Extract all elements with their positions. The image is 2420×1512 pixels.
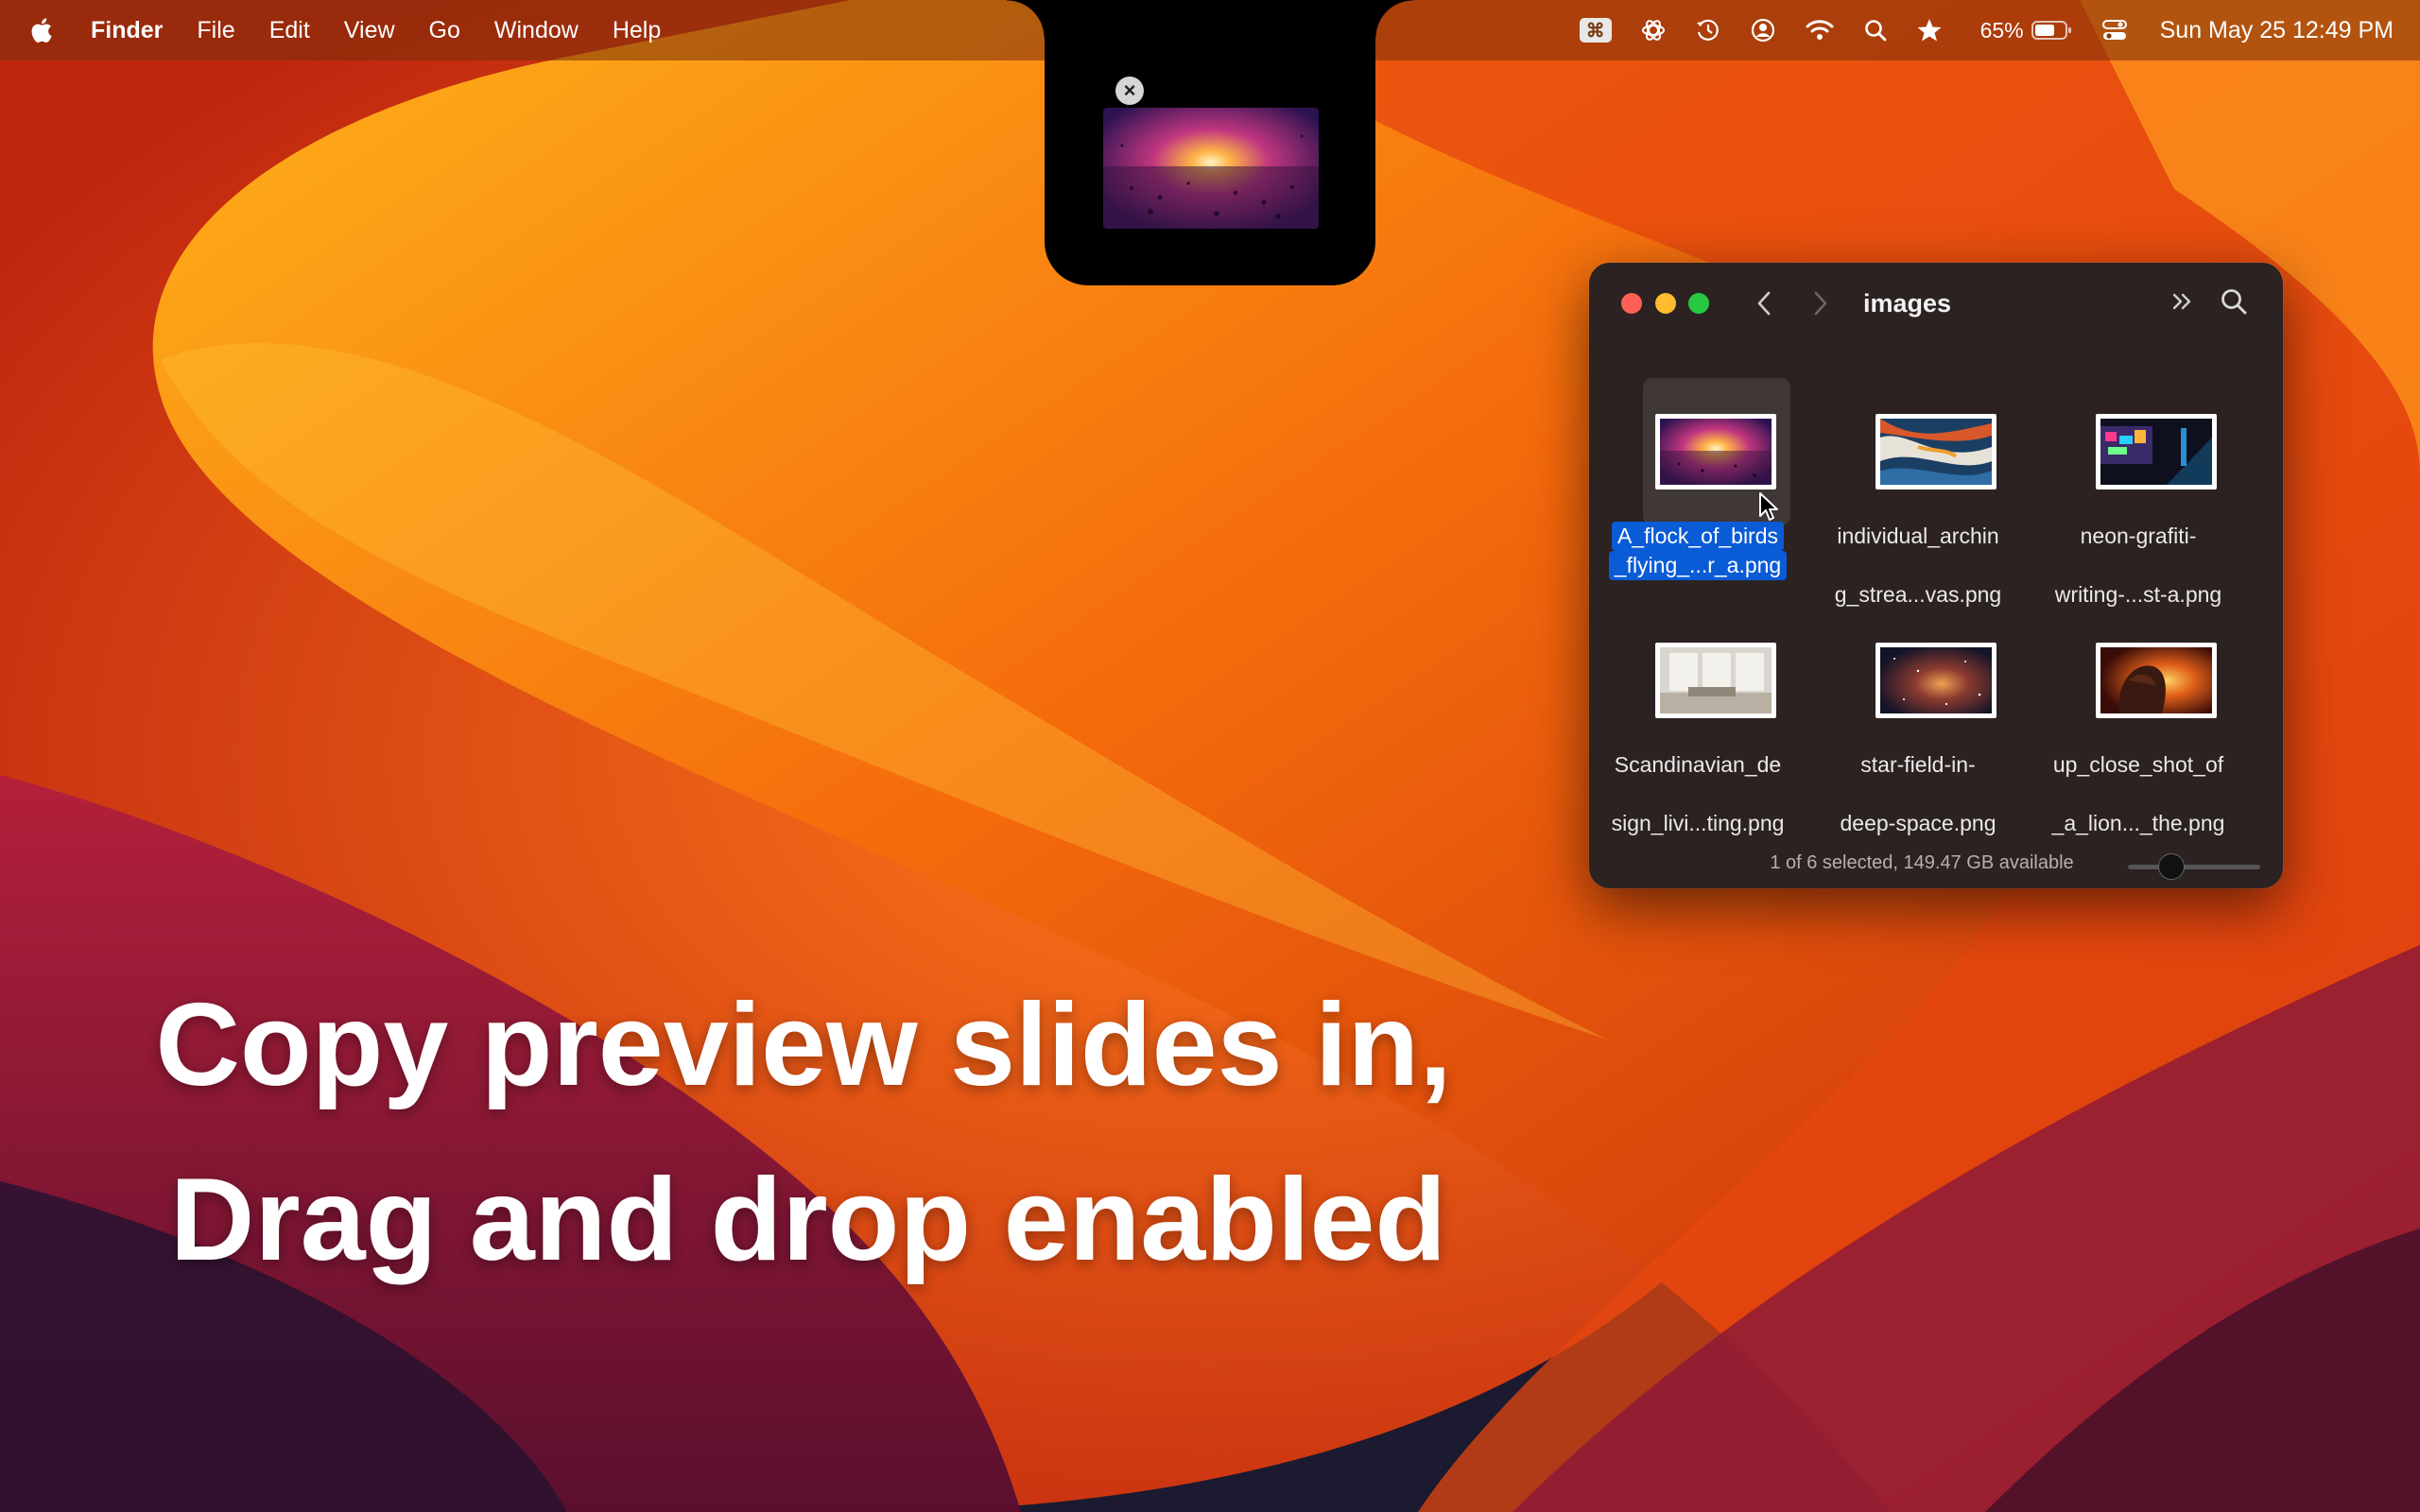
file-tile[interactable]: neon-grafiti- writing-...st-a.png <box>2030 378 2247 607</box>
caption-line-1: Copy preview slides in, <box>155 980 1452 1110</box>
icon-size-slider[interactable] <box>2128 865 2260 869</box>
user-account-icon[interactable] <box>1750 17 1776 43</box>
menu-app-finder[interactable]: Finder <box>91 17 163 44</box>
time-machine-icon[interactable] <box>1695 17 1721 43</box>
icon-size-slider-knob[interactable] <box>2158 853 2185 880</box>
file-tile[interactable]: star-field-in- deep-space.png <box>1809 607 2027 835</box>
file-name[interactable]: Scandinavian_de sign_livi...ting.png <box>1589 750 1806 838</box>
star-icon[interactable] <box>1916 17 1943 43</box>
finder-window: images A_flock_of_birds _flying_...r_a.p… <box>1589 263 2283 888</box>
file-tile[interactable]: up_close_shot_of _a_lion..._the.png <box>2030 607 2247 835</box>
menu-clock[interactable]: Sun May 25 12:49 PM <box>2160 17 2394 44</box>
menu-edit[interactable]: Edit <box>269 17 310 44</box>
menu-go[interactable]: Go <box>429 17 460 44</box>
file-name[interactable]: star-field-in- deep-space.png <box>1809 750 2027 838</box>
finder-search-button[interactable] <box>2220 287 2248 320</box>
forward-button[interactable] <box>1806 285 1835 321</box>
toolbar-overflow-button[interactable] <box>2169 287 2196 320</box>
file-name[interactable]: up_close_shot_of _a_lion..._the.png <box>2030 750 2247 838</box>
control-center-icon[interactable] <box>2101 18 2128 43</box>
apple-logo-icon[interactable] <box>28 16 53 44</box>
file-tile[interactable]: individual_archin g_strea...vas.png <box>1809 378 2027 607</box>
file-thumbnail[interactable] <box>1655 414 1776 490</box>
openai-icon[interactable] <box>1640 17 1667 43</box>
file-name[interactable]: A_flock_of_birds _flying_...r_a.png <box>1589 522 1806 580</box>
menu-view[interactable]: View <box>344 17 395 44</box>
file-thumbnail[interactable] <box>2096 414 2217 490</box>
file-thumbnail[interactable] <box>1876 643 1996 718</box>
file-tile[interactable]: Scandinavian_de sign_livi...ting.png <box>1589 607 1806 835</box>
menu-file[interactable]: File <box>197 17 234 44</box>
shelf-close-button[interactable]: × <box>1115 77 1144 105</box>
search-icon <box>2221 289 2247 315</box>
caption-line-2: Drag and drop enabled <box>169 1155 1447 1285</box>
file-name[interactable]: individual_archin g_strea...vas.png <box>1809 522 2027 610</box>
chevron-right-icon <box>1814 291 1827 316</box>
battery-icon[interactable]: 65% <box>1971 18 2073 43</box>
file-name[interactable]: neon-grafiti- writing-...st-a.png <box>2030 522 2247 610</box>
notch-shelf: × <box>1007 0 1413 285</box>
menu-help[interactable]: Help <box>613 17 661 44</box>
file-thumbnail[interactable] <box>1876 414 1996 490</box>
window-close-button[interactable] <box>1621 293 1642 314</box>
file-thumbnail[interactable] <box>2096 643 2217 718</box>
keyboard-shortcut-icon[interactable]: ⌘ <box>1579 18 1612 43</box>
file-tile[interactable]: A_flock_of_birds _flying_...r_a.png <box>1589 378 1806 595</box>
mouse-cursor-icon <box>1759 492 1778 521</box>
wifi-icon[interactable] <box>1805 18 1835 43</box>
window-title: images <box>1863 289 1952 318</box>
shelf-thumbnail[interactable] <box>1103 108 1319 229</box>
chevron-left-icon <box>1757 291 1771 316</box>
window-maximize-button[interactable] <box>1688 293 1709 314</box>
file-thumbnail[interactable] <box>1655 643 1776 718</box>
double-chevron-right-icon <box>2172 293 2191 310</box>
window-minimize-button[interactable] <box>1655 293 1676 314</box>
battery-percent: 65% <box>1979 17 2024 43</box>
back-button[interactable] <box>1750 285 1778 321</box>
menu-window[interactable]: Window <box>494 17 579 44</box>
spotlight-search-icon[interactable] <box>1863 18 1888 43</box>
